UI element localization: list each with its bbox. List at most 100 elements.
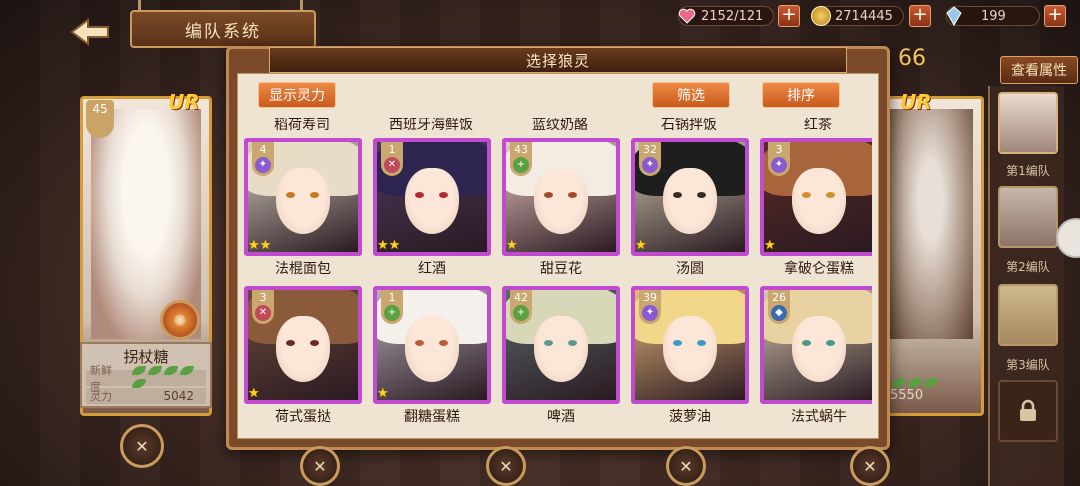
- team-tab-1-label: 第1编队: [1006, 164, 1050, 178]
- character-card[interactable]: 4 ✦ ★★: [244, 138, 362, 256]
- team-tab-2[interactable]: [998, 186, 1058, 248]
- gold-display: 2714445: [811, 6, 904, 26]
- level-badge: 43 +: [510, 142, 532, 176]
- star-icon: ★★: [248, 238, 272, 253]
- remove-character-button[interactable]: ✕: [850, 446, 890, 486]
- modal-title: 选择狼灵: [269, 47, 847, 73]
- stamina-display: 2152/121: [678, 6, 774, 26]
- locked-team-tab[interactable]: [998, 380, 1058, 442]
- character-face: [276, 168, 330, 234]
- remove-character-button[interactable]: ✕: [666, 446, 706, 486]
- star-icon: ★★: [377, 238, 401, 253]
- page-title: 编队系统: [130, 10, 316, 48]
- character-name: 菠萝油: [669, 409, 711, 425]
- lock-icon: [1020, 399, 1036, 421]
- level-badge: 1 ✕: [381, 142, 403, 176]
- character-face: [663, 168, 717, 234]
- level-value: 4: [259, 143, 267, 156]
- check-attributes-button[interactable]: 查看属性: [1000, 56, 1078, 84]
- previous-card-name: 石锅拌饭: [661, 118, 717, 133]
- level-value: 43: [514, 143, 528, 156]
- previous-card-name: 西班牙海鲜饭: [389, 118, 473, 133]
- cross-icon: ✕: [384, 157, 400, 173]
- star-icon: ★: [248, 386, 260, 401]
- back-button[interactable]: [60, 12, 120, 52]
- team-tab-3-label: 第3编队: [1006, 358, 1050, 372]
- team-tab-3[interactable]: [998, 284, 1058, 346]
- character-name: 汤圆: [676, 261, 704, 277]
- previous-card-name: 蓝纹奶酪: [532, 118, 588, 133]
- select-character-modal: 选择狼灵 显示灵力 筛选 排序 稻荷寿司 西班牙海鲜饭 蓝纹奶酪 石锅拌饭 红茶…: [226, 46, 890, 450]
- level-value: 3: [775, 143, 783, 156]
- character-card[interactable]: 1 + ★: [373, 286, 491, 404]
- character-face: [792, 168, 846, 234]
- level-badge: 32 ✦: [639, 142, 661, 176]
- remove-character-button[interactable]: ✕: [120, 424, 164, 468]
- stamina-value: 2152/121: [701, 8, 764, 24]
- right-character-card[interactable]: [880, 96, 984, 416]
- team-tab-2-label: 第2编队: [1006, 260, 1050, 274]
- previous-row-names: 稻荷寿司 西班牙海鲜饭 蓝纹奶酪 石锅拌饭 红茶: [244, 118, 872, 133]
- left-nameplate: 拐杖糖 新鲜度 灵力 5042: [80, 342, 212, 408]
- back-arrow-icon: [70, 18, 109, 46]
- sparkle-icon: ✦: [642, 305, 658, 321]
- star-icon: ★: [764, 238, 776, 253]
- leaf-icon: [890, 372, 938, 391]
- star-icon: ★: [377, 386, 389, 401]
- add-gold-button[interactable]: +: [909, 5, 931, 27]
- gold-coin-icon: [811, 6, 831, 26]
- character-grid: 稻荷寿司 西班牙海鲜饭 蓝纹奶酪 石锅拌饭 红茶 4 ✦ ★★ 法棍面包 1 ✕ ★★ 红酒 4…: [244, 118, 872, 432]
- level-value: 26: [772, 291, 786, 304]
- sort-button[interactable]: 排序: [762, 82, 840, 108]
- remove-character-button[interactable]: ✕: [300, 446, 340, 486]
- level-value: 32: [643, 143, 657, 156]
- crystal-value: 199: [981, 8, 1006, 24]
- level-badge: 39 ✦: [639, 290, 661, 324]
- plus-icon: +: [384, 305, 400, 321]
- character-card[interactable]: 43 + ★: [502, 138, 620, 256]
- character-name: 红酒: [418, 261, 446, 277]
- gold-value: 2714445: [835, 8, 893, 24]
- character-card[interactable]: 3 ✕ ★: [244, 286, 362, 404]
- level-badge: 26 ◆: [768, 290, 790, 324]
- character-face: [405, 316, 459, 382]
- power-value: 5042: [163, 389, 194, 403]
- character-card[interactable]: 42 +: [502, 286, 620, 404]
- character-card[interactable]: 1 ✕ ★★: [373, 138, 491, 256]
- level-badge: 4 ✦: [252, 142, 274, 176]
- character-face: [534, 316, 588, 382]
- left-level-value: 45: [92, 102, 108, 116]
- character-name: 法棍面包: [275, 261, 331, 277]
- filter-button[interactable]: 筛选: [652, 82, 730, 108]
- fire-element-icon: ✺: [160, 300, 200, 340]
- remove-character-button[interactable]: ✕: [486, 446, 526, 486]
- character-name: 荷式蛋挞: [275, 409, 331, 425]
- level-badge: 3 ✕: [252, 290, 274, 324]
- level-value: 3: [259, 291, 267, 304]
- power-label: 灵力: [90, 390, 112, 403]
- sparkle-icon: ✦: [771, 157, 787, 173]
- character-card[interactable]: 26 ◆: [760, 286, 872, 404]
- show-power-button[interactable]: 显示灵力: [258, 82, 336, 108]
- character-face: [405, 168, 459, 234]
- team-tab-1[interactable]: [998, 92, 1058, 154]
- character-face: [534, 168, 588, 234]
- level-badge: 3 ✦: [768, 142, 790, 176]
- level-value: 42: [514, 291, 528, 304]
- character-card[interactable]: 39 ✦: [631, 286, 749, 404]
- add-crystal-button[interactable]: +: [1044, 5, 1066, 27]
- sparkle-icon: ✦: [255, 157, 271, 173]
- previous-card-name: 红茶: [804, 118, 832, 133]
- modal-content: 显示灵力 筛选 排序 稻荷寿司 西班牙海鲜饭 蓝纹奶酪 石锅拌饭 红茶 4 ✦ ★★…: [237, 73, 879, 439]
- character-card[interactable]: 3 ✦ ★: [760, 138, 872, 256]
- cross-icon: ✕: [255, 305, 271, 321]
- left-rarity-badge: UR: [168, 90, 200, 114]
- character-card[interactable]: 32 ✦ ★: [631, 138, 749, 256]
- crystal-display: 199: [946, 6, 1040, 26]
- power-partial: 66: [898, 46, 926, 71]
- level-badge: 42 +: [510, 290, 532, 324]
- character-face: [792, 316, 846, 382]
- level-value: 39: [643, 291, 657, 304]
- add-stamina-button[interactable]: +: [778, 5, 800, 27]
- plus-icon: +: [513, 305, 529, 321]
